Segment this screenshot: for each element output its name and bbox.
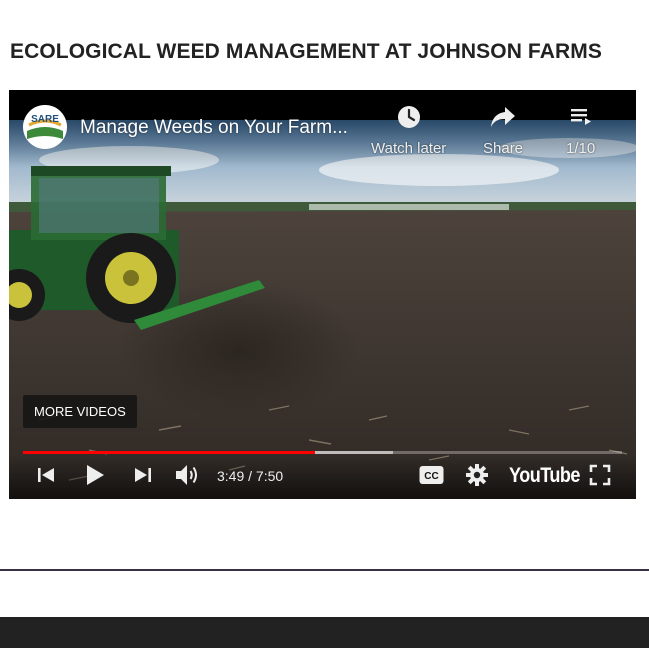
video-controls: 3:49 / 7:50 CC YouTube xyxy=(9,456,636,499)
page-heading: ECOLOGICAL WEED MANAGEMENT AT JOHNSON FA… xyxy=(10,40,602,63)
page-footer xyxy=(0,617,649,648)
more-videos-button[interactable]: MORE VIDEOS xyxy=(23,395,137,428)
video-title[interactable]: Manage Weeds on Your Farm... xyxy=(80,117,348,139)
playlist-position: 1/10 xyxy=(566,140,596,157)
fullscreen-icon[interactable] xyxy=(589,464,611,486)
playlist-icon xyxy=(570,109,591,125)
sare-logo[interactable]: SARE xyxy=(23,105,67,149)
settings-gear-icon[interactable] xyxy=(465,463,489,487)
youtube-logo[interactable]: YouTube xyxy=(509,464,580,488)
svg-text:CC: CC xyxy=(424,471,438,482)
next-icon[interactable] xyxy=(132,464,154,486)
watch-later-label: Watch later xyxy=(371,140,447,157)
time-display: 3:49 / 7:50 xyxy=(217,468,284,484)
share-button[interactable]: Share xyxy=(483,104,523,157)
previous-icon[interactable] xyxy=(35,464,57,486)
video-frame xyxy=(9,120,636,499)
closed-captions-icon[interactable]: CC xyxy=(419,465,444,485)
video-player[interactable]: SARE Manage Weeds on Your Farm... Watch … xyxy=(9,90,636,499)
share-label: Share xyxy=(483,140,524,157)
progress-played xyxy=(23,451,315,454)
logo-text: SARE xyxy=(31,114,59,125)
section-divider xyxy=(0,569,649,571)
watch-later-button[interactable]: Watch later xyxy=(371,104,446,157)
progress-bar[interactable] xyxy=(23,451,622,454)
play-icon[interactable] xyxy=(83,462,107,488)
clock-icon xyxy=(397,106,420,128)
video-top-bar: SARE Manage Weeds on Your Farm... Watch … xyxy=(9,90,636,168)
share-arrow-icon xyxy=(491,107,516,127)
playlist-button[interactable]: 1/10 xyxy=(566,104,595,157)
volume-icon[interactable] xyxy=(173,462,201,488)
